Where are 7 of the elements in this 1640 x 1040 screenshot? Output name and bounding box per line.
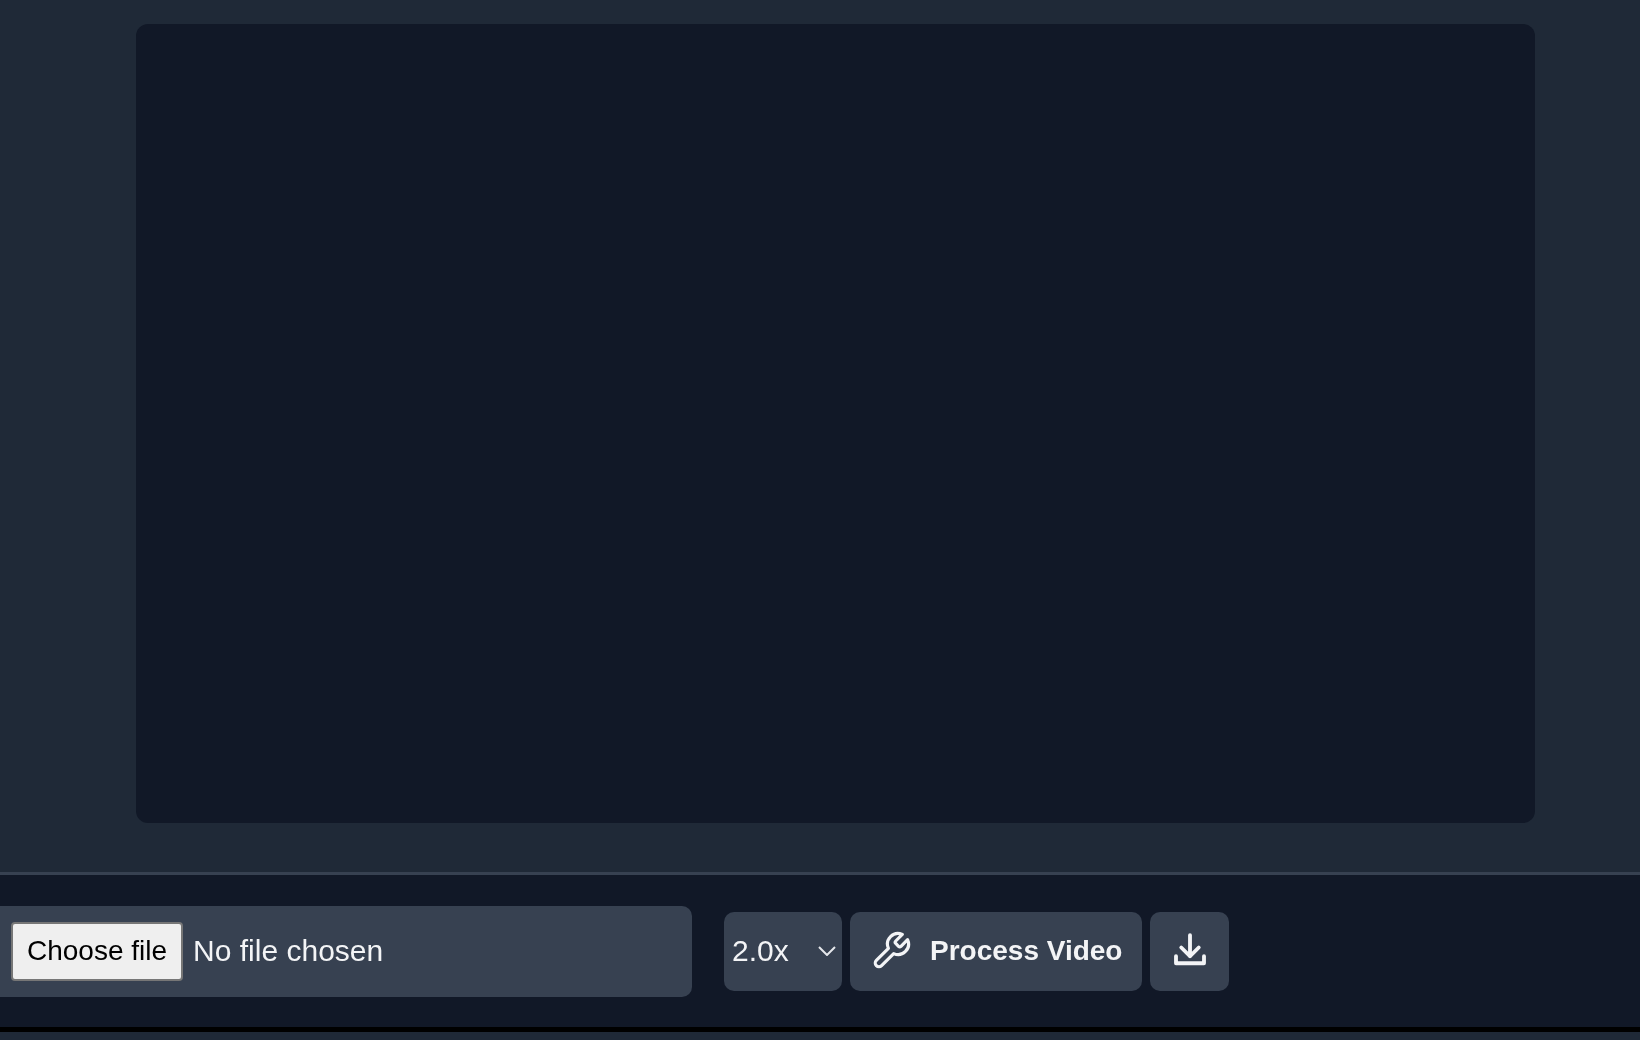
file-status: No file chosen <box>193 934 384 968</box>
speed-select[interactable]: 2.0x <box>724 911 842 991</box>
process-video-button[interactable]: Process Video <box>850 911 1143 991</box>
chevron-down-icon <box>818 946 836 956</box>
download-button[interactable] <box>1150 911 1230 991</box>
choose-file-button[interactable]: Choose file <box>11 921 184 981</box>
file-input[interactable]: Choose file No file chosen <box>0 905 692 997</box>
